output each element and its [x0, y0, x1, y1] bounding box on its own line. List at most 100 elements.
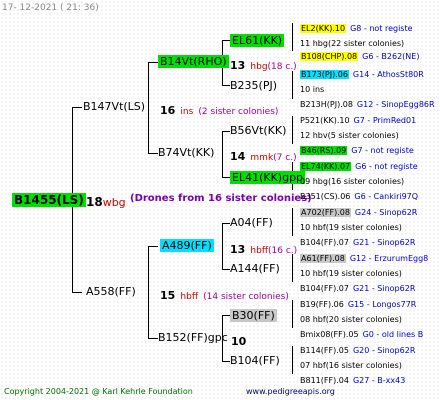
l1-num: 15 [160, 289, 176, 302]
l4-node[interactable]: 09 hbg(16 sister colonies) [300, 177, 404, 186]
l4-row: A61(FF).08 G12 - ErzurumEgg8 [300, 248, 428, 264]
l4-node[interactable]: B213H(PJ).08 [300, 100, 353, 109]
l2-note: (16 c.) [268, 246, 298, 256]
root-note: (Drones from 16 sister colonies) [130, 193, 312, 204]
l4-node[interactable]: A702(FF).08 [300, 208, 351, 217]
connector [148, 62, 149, 153]
connector [292, 23, 293, 51]
l4-row: 09 hbg(16 sister colonies) [300, 171, 404, 187]
l2-sub: hbff [250, 246, 269, 256]
root-meta: 18wbg [86, 193, 126, 209]
l4-info: G24 - Sinop62R [354, 208, 418, 217]
l2-meta: 10 [231, 332, 246, 348]
l4-node[interactable]: B19(FF).06 [300, 300, 344, 309]
connector [222, 40, 230, 41]
footer-site[interactable]: www.pedigreeapis.org [246, 388, 335, 396]
connector [222, 131, 230, 132]
l4-node[interactable]: B108(CHP).08 [300, 52, 359, 61]
l1-note: (14 sister colonies) [203, 292, 289, 302]
header-date: 17- 12-2021 ( 21: 36) [2, 3, 99, 13]
l4-node[interactable]: B811(FF).04 [300, 376, 349, 385]
l2-num: 10 [231, 335, 247, 348]
l4-node[interactable]: B351(CS).06 [300, 192, 350, 201]
l2-node[interactable]: B74Vt(KK) [158, 147, 214, 158]
l3-node[interactable]: B104(FF) [230, 355, 280, 366]
connector [292, 71, 293, 99]
l4-node[interactable]: EL74(KK).07 [300, 162, 352, 171]
connector [222, 315, 230, 316]
l4-node[interactable]: 08 hbf(20 sister colonies) [300, 315, 402, 324]
l4-node[interactable]: Bmix08(FF).05 [300, 330, 359, 339]
l4-info: G12 - SinopEgg86R [356, 100, 435, 109]
l2-num: 13 [230, 59, 246, 72]
connector [222, 177, 230, 178]
l4-node[interactable]: B104(FF).07 [300, 284, 349, 293]
connector [148, 153, 158, 154]
root-sub: wbg [102, 196, 126, 209]
l2-num: 13 [230, 243, 246, 256]
l4-row: B173(PJ).06 G14 - AthosSt80R [300, 64, 424, 80]
l4-node[interactable]: B104(FF).07 [300, 238, 349, 247]
l1-note: (2 sister colonies) [198, 107, 279, 117]
l1-node[interactable]: B147Vt(LS) [83, 101, 145, 112]
l4-info: G6 - B262(NE) [362, 52, 420, 61]
l4-row: Bmix08(FF).05 G0 - old lines B [300, 324, 423, 340]
l2-node[interactable]: A489(FF) [160, 239, 214, 252]
connector [222, 361, 230, 362]
l4-row: B104(FF).07 G21 - Sinop62R [300, 278, 415, 294]
l4-node[interactable]: B173(PJ).06 [300, 70, 349, 79]
connector [292, 116, 293, 144]
l4-row: 12 hbv(5 sister colonies) [300, 125, 399, 141]
l3-node[interactable]: B235(PJ) [230, 80, 277, 91]
l3-node[interactable]: A04(FF) [230, 217, 273, 228]
l4-node[interactable]: A61(FF).08 [300, 254, 346, 263]
l4-info: G7 - PrimRed01 [353, 116, 417, 125]
l4-row: P521(KK).10 G7 - PrimRed01 [300, 110, 416, 126]
connector [292, 346, 293, 374]
l4-row: B213H(PJ).08 G12 - SinopEgg86R [300, 94, 435, 110]
l4-row: B19(FF).06 G15 - Longos77R [300, 294, 416, 310]
l4-node[interactable]: B46(RS).09 [300, 146, 348, 155]
l4-info: G6 - Cankiri97Q [354, 192, 419, 201]
l1-node[interactable]: A558(FF) [86, 286, 136, 297]
l2-node[interactable]: B152(FF)gpc [158, 332, 228, 343]
l4-info: G12 - ErzurumEgg8 [349, 254, 429, 263]
l4-row: 10 hbf(19 sister colonies) [300, 217, 402, 233]
root-node[interactable]: B1455(LS) [12, 193, 86, 207]
l4-node[interactable]: 10 hbf(19 sister colonies) [300, 223, 402, 232]
connector [222, 85, 230, 86]
l4-info: G20 - Sinop62R [352, 346, 416, 355]
l4-node[interactable]: 07 hbf(16 sister colonies) [300, 361, 402, 370]
l2-meta: 14 mmk(7 c.) [230, 147, 297, 163]
l4-row: EL2(KK).10 G8 - not registe [300, 18, 413, 34]
l4-row: EL74(KK).07 G6 - not registe [300, 156, 418, 172]
l2-meta: 13 hbff(16 c.) [230, 240, 297, 256]
l4-node[interactable]: 10 ins [300, 85, 324, 94]
l2-sub: hbg [250, 62, 268, 72]
l3-node[interactable]: A144(FF) [230, 263, 280, 274]
connector [72, 107, 82, 108]
l4-node[interactable]: EL2(KK).10 [300, 24, 347, 33]
l2-meta: 13 hbg(18 c.) [230, 56, 297, 72]
l4-info: G6 - not registe [355, 162, 418, 171]
l3-node[interactable]: B30(FF) [230, 309, 277, 322]
connector [292, 254, 293, 282]
l4-node[interactable]: 12 hbv(5 sister colonies) [300, 131, 399, 140]
l2-node[interactable]: B14Vt(RHO) [158, 55, 229, 68]
l4-row: 08 hbf(20 sister colonies) [300, 309, 402, 325]
l4-node[interactable]: 10 hbf(19 sister colonies) [300, 269, 402, 278]
l4-row: 10 hbf(19 sister colonies) [300, 263, 402, 279]
l4-info: G21 - Sinop62R [352, 284, 416, 293]
connector [148, 338, 158, 339]
l4-node[interactable]: B114(FF).05 [300, 346, 349, 355]
l4-row: B114(FF).05 G20 - Sinop62R [300, 340, 415, 356]
l3-node[interactable]: B56Vt(KK) [230, 125, 286, 136]
l4-node[interactable]: P521(KK).10 [300, 116, 350, 125]
connector [148, 62, 158, 63]
l3-node[interactable]: EL61(KK) [230, 34, 285, 47]
l4-row: B811(FF).04 G27 - B-xx43 [300, 370, 405, 386]
l2-num: 14 [230, 150, 246, 163]
l2-note: (18 c.) [267, 62, 297, 72]
l3-node[interactable]: EL41(KK)gpp [230, 171, 306, 184]
l1-sub: ins [180, 107, 194, 117]
